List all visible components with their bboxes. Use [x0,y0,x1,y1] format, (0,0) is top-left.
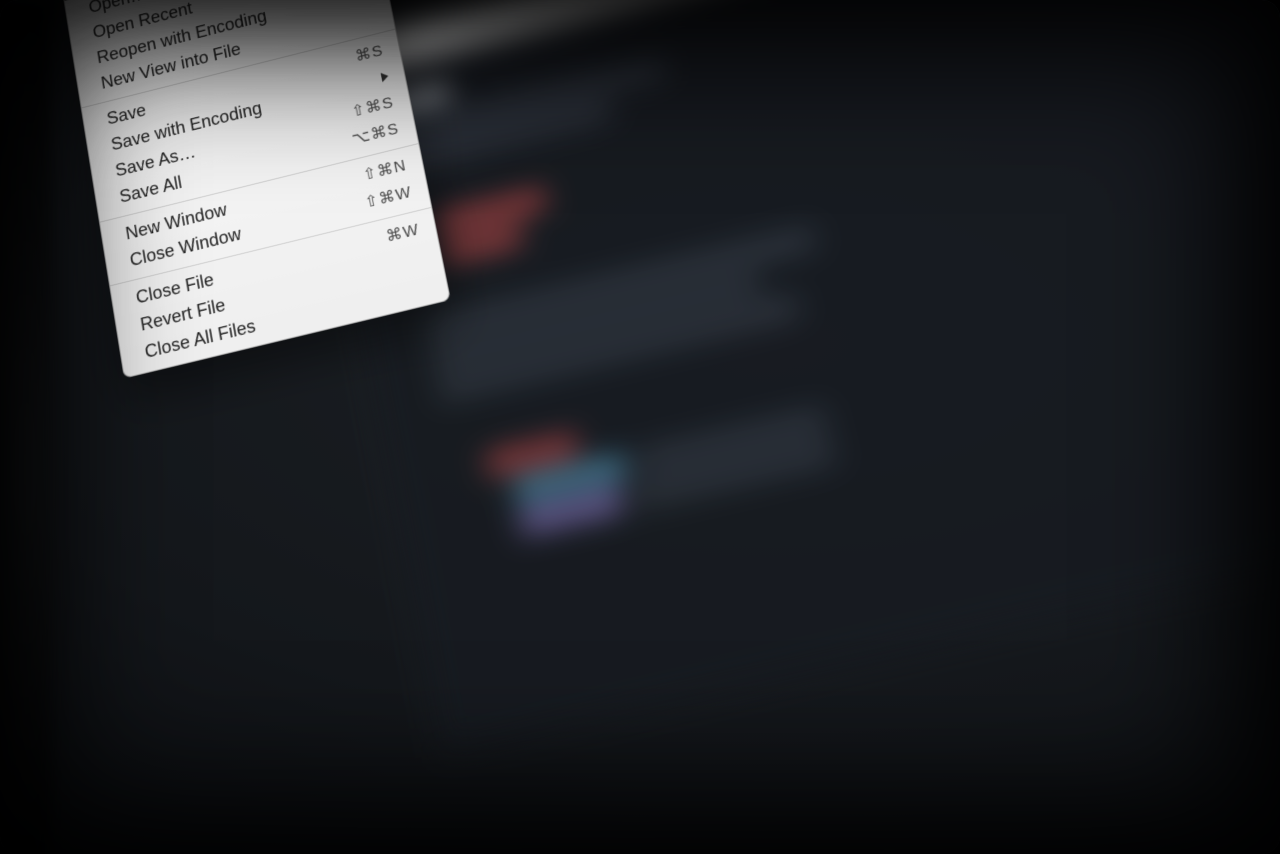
soft-focus-overlay [0,0,1280,854]
screenshot-frame: Sublime Text File Edit Selection Find Vi… [0,0,1280,854]
